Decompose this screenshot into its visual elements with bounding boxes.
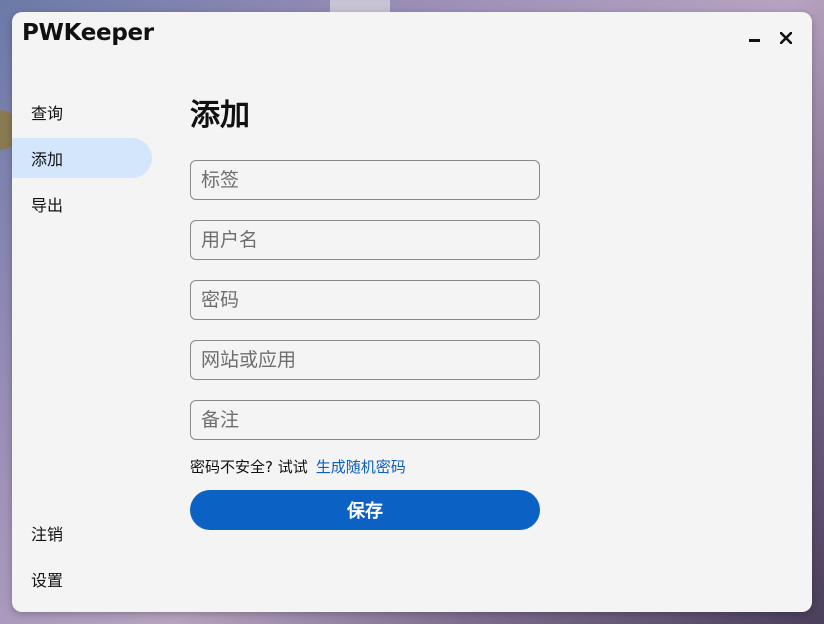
sidebar-item-add[interactable]: 添加 <box>12 138 152 178</box>
hint-text: 密码不安全? 试试 <box>190 458 308 476</box>
close-icon <box>780 32 792 44</box>
generate-password-link[interactable]: 生成随机密码 <box>316 456 406 477</box>
username-input[interactable] <box>190 220 540 260</box>
app-title: PWKeeper <box>22 20 154 46</box>
page-title: 添加 <box>190 98 250 133</box>
sidebar-item-logout[interactable]: 注销 <box>12 513 152 553</box>
sidebar-item-label: 查询 <box>31 104 64 123</box>
sidebar-item-query[interactable]: 查询 <box>12 92 152 132</box>
password-hint: 密码不安全? 试试 生成随机密码 <box>190 456 406 477</box>
note-input[interactable] <box>190 400 540 440</box>
minimize-icon <box>748 38 760 42</box>
close-button[interactable] <box>774 26 798 50</box>
background-decoration <box>330 0 390 12</box>
website-input[interactable] <box>190 340 540 380</box>
sidebar-item-export[interactable]: 导出 <box>12 184 152 224</box>
minimize-button[interactable] <box>742 26 766 50</box>
sidebar-item-label: 注销 <box>31 525 64 544</box>
save-button[interactable]: 保存 <box>190 490 540 530</box>
password-input[interactable] <box>190 280 540 320</box>
sidebar-item-label: 添加 <box>31 150 64 169</box>
tag-input[interactable] <box>190 160 540 200</box>
sidebar-item-label: 设置 <box>31 571 64 590</box>
sidebar-item-label: 导出 <box>31 196 64 215</box>
sidebar-item-settings[interactable]: 设置 <box>12 559 152 599</box>
app-window: PWKeeper 查询 添加 导出 注销 设置 添加 密码不安全? 试试 生成随… <box>12 12 812 612</box>
